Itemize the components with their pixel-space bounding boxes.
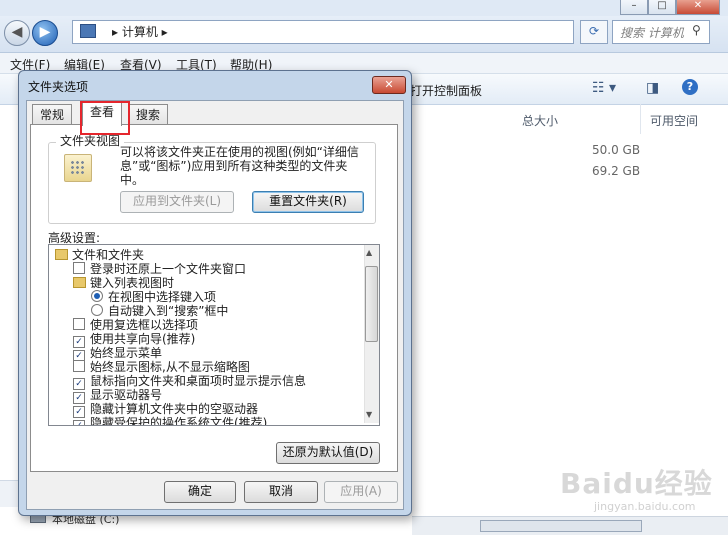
checkbox-checked[interactable]: ✓ bbox=[73, 420, 85, 425]
settings-item[interactable]: ✓ 使用共享向导(推荐) bbox=[73, 332, 196, 348]
tab-general[interactable]: 常规 bbox=[32, 104, 73, 125]
minimize-button[interactable]: – bbox=[620, 0, 648, 15]
settings-item[interactable]: ✓ 鼠标指向文件夹和桌面项时显示提示信息 bbox=[73, 374, 307, 390]
apply-button[interactable]: 应用(A) bbox=[324, 481, 398, 503]
computer-icon bbox=[80, 24, 96, 38]
forward-button[interactable]: ▶ bbox=[32, 20, 58, 46]
restore-defaults-button[interactable]: 还原为默认值(D) bbox=[276, 442, 380, 464]
highlight-box bbox=[80, 101, 130, 135]
radio-selected[interactable] bbox=[91, 290, 103, 302]
settings-item-label: 登录时还原上一个文件夹窗口 bbox=[90, 262, 247, 276]
settings-item-label: 始终显示图标,从不显示缩略图 bbox=[90, 360, 250, 374]
ok-button[interactable]: 确定 bbox=[164, 481, 236, 503]
search-placeholder: 搜索 计算机 bbox=[620, 26, 684, 40]
settings-item-label: 自动键入到“搜索”框中 bbox=[108, 304, 229, 318]
dialog-title: 文件夹选项 bbox=[28, 80, 89, 94]
settings-item[interactable]: ✓ 隐藏受保护的操作系统文件(推荐) bbox=[73, 416, 268, 426]
settings-item[interactable]: 始终显示图标,从不显示缩略图 bbox=[73, 360, 250, 374]
address-text: ▸ 计算机 ▸ bbox=[112, 25, 168, 39]
settings-item: 文件和文件夹 bbox=[55, 248, 144, 262]
settings-item-label: 隐藏受保护的操作系统文件(推荐) bbox=[90, 416, 268, 426]
explorer-titlebar bbox=[0, 0, 728, 16]
radio-unselected[interactable] bbox=[91, 304, 103, 316]
horizontal-scroll-thumb[interactable] bbox=[480, 520, 642, 532]
maximize-button[interactable]: □ bbox=[648, 0, 676, 15]
folder-icon bbox=[73, 277, 86, 288]
column-separator bbox=[640, 104, 641, 134]
folder-icon bbox=[55, 249, 68, 260]
advanced-settings-list[interactable]: 文件和文件夹 登录时还原上一个文件夹窗口 键入列表视图时 在视图中选择键入项 自动键入到… bbox=[48, 244, 380, 426]
scroll-up-arrow[interactable]: ▲ bbox=[366, 248, 372, 257]
watermark: Baidu经验 bbox=[560, 467, 713, 500]
settings-item[interactable]: ✓ 始终显示菜单 bbox=[73, 346, 163, 362]
settings-item-label: 键入列表视图时 bbox=[90, 276, 175, 290]
window-controls: – □ ✕ bbox=[620, 0, 720, 15]
settings-item-label: 文件和文件夹 bbox=[72, 248, 145, 262]
drive-size-1: 50.0 GB bbox=[592, 143, 641, 157]
column-total-size[interactable]: 总大小 bbox=[522, 112, 558, 129]
search-icon: ⚲ bbox=[692, 23, 701, 37]
checkbox-unchecked[interactable] bbox=[73, 360, 85, 372]
settings-item[interactable]: ✓ 显示驱动器号 bbox=[73, 388, 163, 404]
folder-views-description: 可以将该文件夹正在使用的视图(例如“详细信息”或“图标”)应用到所有这种类型的文… bbox=[120, 145, 359, 187]
control-panel-button[interactable]: 打开控制面板 bbox=[410, 82, 482, 99]
refresh-button[interactable]: ⟳ bbox=[580, 20, 608, 44]
settings-item: 键入列表视图时 bbox=[73, 276, 174, 290]
settings-item-label: 始终显示菜单 bbox=[90, 346, 163, 360]
dialog-close-button[interactable]: ✕ bbox=[372, 76, 406, 94]
settings-item[interactable]: ✓ 隐藏计算机文件夹中的空驱动器 bbox=[73, 402, 259, 418]
settings-item[interactable]: 使用复选框以选择项 bbox=[73, 318, 198, 332]
help-icon[interactable]: ? bbox=[682, 79, 698, 95]
settings-item[interactable]: 在视图中选择键入项 bbox=[91, 290, 216, 304]
settings-item[interactable]: 登录时还原上一个文件夹窗口 bbox=[73, 262, 246, 276]
preview-pane-icon[interactable]: ◨ bbox=[646, 80, 659, 96]
settings-item-label: 在视图中选择键入项 bbox=[108, 290, 217, 304]
close-window-button[interactable]: ✕ bbox=[676, 0, 720, 15]
settings-item-label: 隐藏计算机文件夹中的空驱动器 bbox=[90, 402, 259, 416]
drive-size-2: 69.2 GB bbox=[592, 164, 641, 178]
back-button[interactable]: ◀ bbox=[4, 20, 30, 46]
settings-item-label: 使用复选框以选择项 bbox=[90, 318, 199, 332]
cancel-button[interactable]: 取消 bbox=[244, 481, 318, 503]
refresh-icon: ⟳ bbox=[588, 24, 600, 38]
column-free-space[interactable]: 可用空间 bbox=[650, 112, 698, 129]
settings-item-label: 鼠标指向文件夹和桌面项时显示提示信息 bbox=[90, 374, 307, 388]
settings-item[interactable]: 自动键入到“搜索”框中 bbox=[91, 304, 228, 318]
apply-to-folders-button[interactable]: 应用到文件夹(L) bbox=[120, 191, 234, 213]
folder-view-grid-icon bbox=[70, 160, 84, 174]
nav-pane-edge bbox=[0, 480, 20, 507]
checkbox-unchecked[interactable] bbox=[73, 318, 85, 330]
settings-item-label: 使用共享向导(推荐) bbox=[90, 332, 196, 346]
checkbox-unchecked[interactable] bbox=[73, 262, 85, 274]
view-options-icon[interactable]: ☷ ▾ bbox=[592, 80, 616, 96]
tab-search[interactable]: 搜索 bbox=[128, 104, 169, 125]
watermark-url: jingyan.baidu.com bbox=[594, 500, 696, 513]
scroll-down-arrow[interactable]: ▼ bbox=[366, 410, 372, 419]
vertical-scroll-thumb[interactable] bbox=[365, 266, 378, 342]
reset-folders-button[interactable]: 重置文件夹(R) bbox=[252, 191, 364, 213]
settings-item-label: 显示驱动器号 bbox=[90, 388, 163, 402]
